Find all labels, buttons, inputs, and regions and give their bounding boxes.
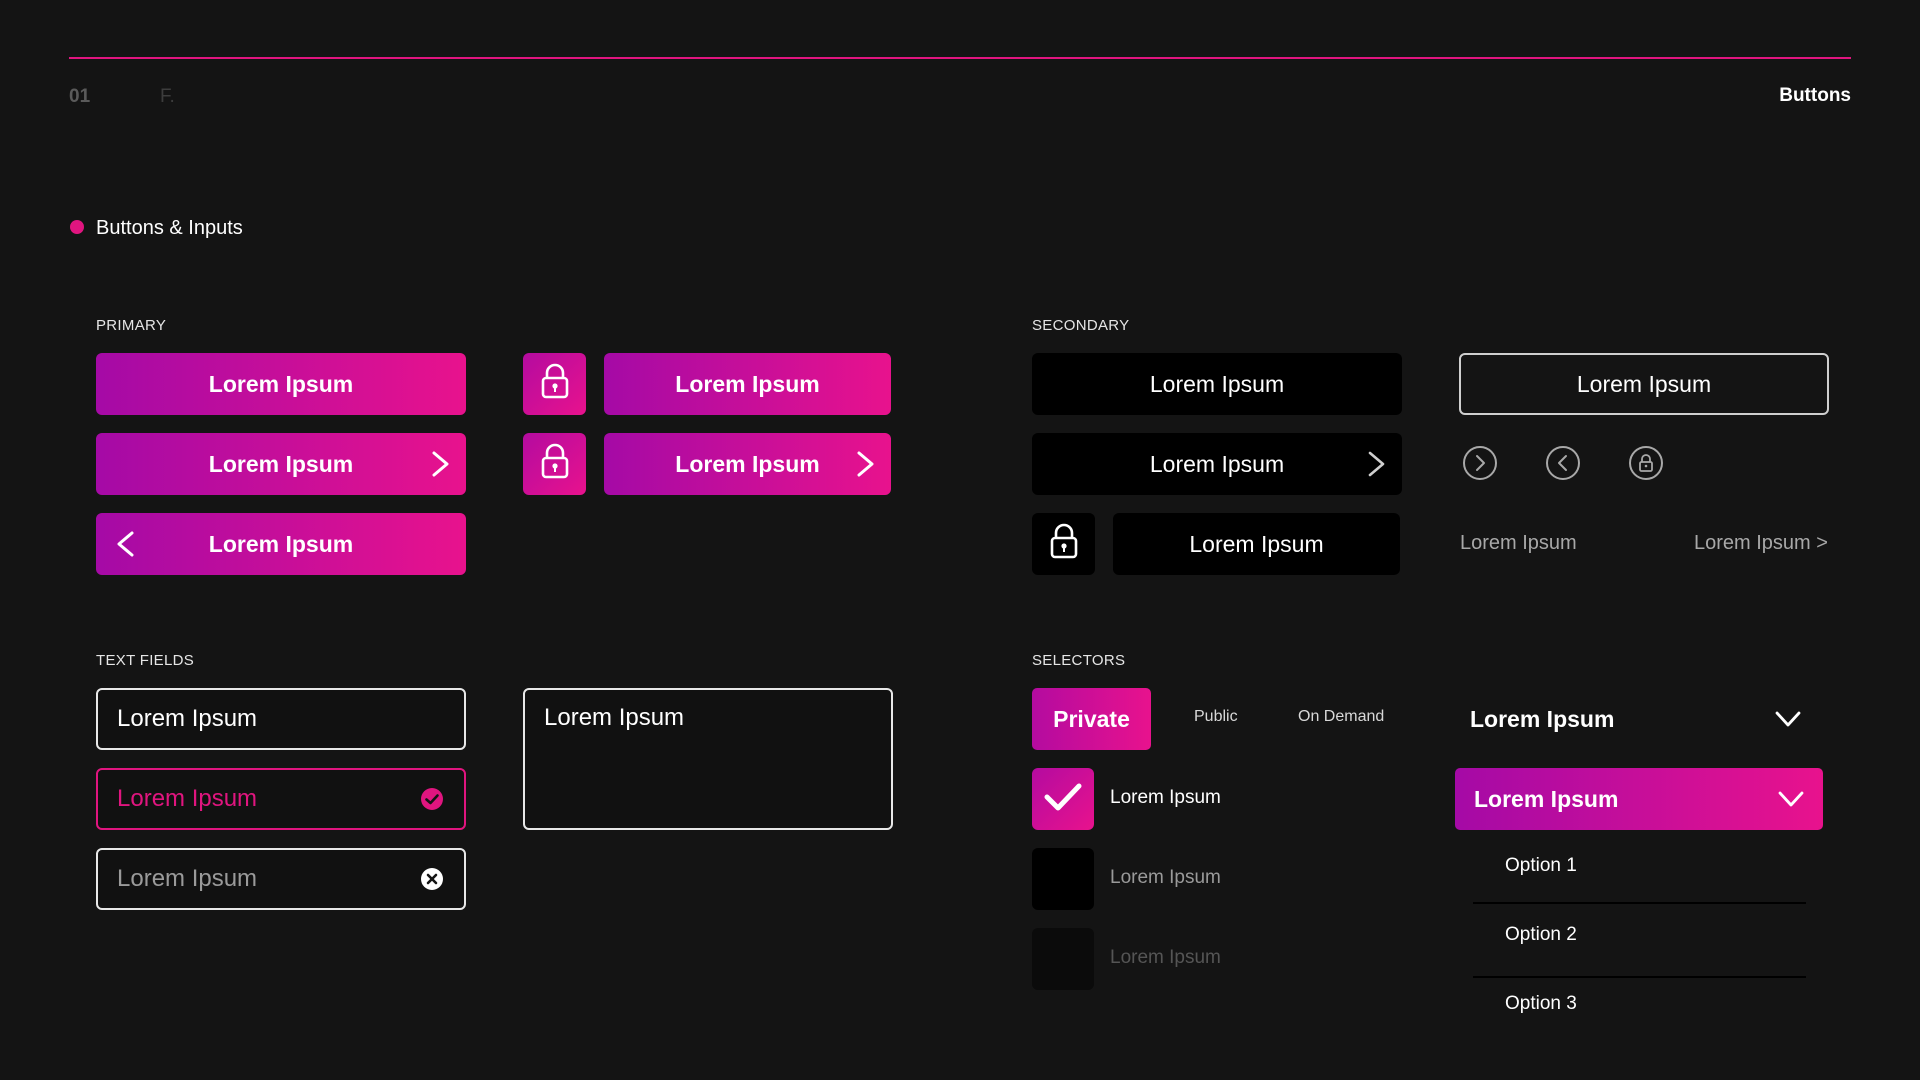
section-bullet	[70, 220, 84, 234]
check-icon	[1043, 781, 1083, 818]
checkbox-disabled-label: Lorem Ipsum	[1110, 947, 1221, 968]
text-link-next[interactable]: Lorem Ipsum >	[1694, 532, 1828, 555]
lock-icon	[540, 362, 570, 406]
primary-back-button-label: Lorem Ipsum	[208, 530, 354, 557]
primary-lock-next-button[interactable]: Lorem Ipsum	[604, 433, 891, 495]
text-field-valid-value: Lorem Ipsum	[117, 785, 258, 812]
primary-back-button[interactable]: Lorem Ipsum	[96, 513, 466, 575]
dropdown-option-2[interactable]: Option 2	[1505, 924, 1577, 946]
secondary-next-button-label: Lorem Ipsum	[1149, 450, 1285, 477]
text-field-default-value: Lorem Ipsum	[117, 705, 258, 732]
outline-button[interactable]: Lorem Ipsum	[1459, 353, 1829, 415]
section-title: Buttons & Inputs	[96, 217, 243, 239]
text-field-default[interactable]: Lorem Ipsum	[96, 688, 466, 750]
secondary-button[interactable]: Lorem Ipsum	[1032, 353, 1402, 415]
outline-button-label: Lorem Ipsum	[1576, 370, 1712, 397]
checkbox-unchecked[interactable]	[1032, 848, 1094, 910]
textarea-field[interactable]: Lorem Ipsum	[523, 688, 893, 830]
primary-label: PRIMARY	[96, 317, 167, 334]
primary-next-button[interactable]: Lorem Ipsum	[96, 433, 466, 495]
segment-private-label: Private	[1053, 705, 1130, 732]
text-field-clearable-value: Lorem Ipsum	[117, 865, 258, 892]
clear-circle-icon[interactable]	[420, 867, 444, 891]
text-link[interactable]: Lorem Ipsum	[1460, 532, 1577, 555]
segment-public[interactable]: Public	[1194, 708, 1238, 726]
dropdown-open[interactable]: Lorem Ipsum	[1455, 768, 1823, 830]
circle-back-icon[interactable]	[1545, 445, 1581, 481]
option-divider	[1473, 902, 1806, 904]
primary-next-button-label: Lorem Ipsum	[208, 450, 354, 477]
checkbox-checked[interactable]	[1032, 768, 1094, 830]
text-fields-label: TEXT FIELDS	[96, 652, 195, 669]
page-title: Buttons	[1779, 85, 1851, 106]
chevron-down-icon	[1774, 709, 1802, 729]
dropdown-option-3[interactable]: Option 3	[1505, 993, 1577, 1015]
chevron-right-icon	[430, 450, 452, 478]
page-number: 01	[69, 86, 91, 107]
primary-button-label: Lorem Ipsum	[208, 370, 354, 397]
segment-private[interactable]: Private	[1032, 688, 1151, 750]
dropdown-closed[interactable]: Lorem Ipsum	[1470, 688, 1810, 750]
circle-next-icon[interactable]	[1462, 445, 1498, 481]
secondary-label: SECONDARY	[1032, 317, 1130, 334]
page-letter: F.	[160, 86, 175, 107]
checkbox-checked-label: Lorem Ipsum	[1110, 787, 1221, 808]
chevron-right-icon	[1366, 450, 1388, 478]
dropdown-closed-value: Lorem Ipsum	[1470, 705, 1615, 732]
header-divider	[69, 57, 1851, 59]
lock-icon	[540, 442, 570, 486]
primary-button[interactable]: Lorem Ipsum	[96, 353, 466, 415]
textarea-value: Lorem Ipsum	[544, 704, 685, 731]
primary-lock-next-button-label: Lorem Ipsum	[675, 450, 820, 477]
primary-lock-button-2[interactable]	[523, 433, 586, 495]
segment-on-demand[interactable]: On Demand	[1298, 708, 1384, 726]
circle-lock-icon[interactable]	[1628, 445, 1664, 481]
checkbox-unchecked-label: Lorem Ipsum	[1110, 867, 1221, 888]
secondary-button-label: Lorem Ipsum	[1149, 370, 1285, 397]
secondary-lock-label-button-label: Lorem Ipsum	[1189, 530, 1324, 557]
check-circle-icon	[420, 787, 444, 811]
checkbox-disabled	[1032, 928, 1094, 990]
lock-icon	[1049, 522, 1079, 566]
text-field-valid[interactable]: Lorem Ipsum	[96, 768, 466, 830]
chevron-down-icon	[1777, 789, 1805, 809]
secondary-lock-button[interactable]	[1032, 513, 1095, 575]
chevron-right-icon	[855, 450, 877, 478]
text-field-clearable[interactable]: Lorem Ipsum	[96, 848, 466, 910]
chevron-left-icon	[114, 530, 136, 558]
secondary-lock-label-button[interactable]: Lorem Ipsum	[1113, 513, 1400, 575]
dropdown-open-value: Lorem Ipsum	[1474, 785, 1619, 812]
option-divider	[1473, 976, 1806, 978]
dropdown-option-1[interactable]: Option 1	[1505, 855, 1577, 877]
primary-lock-label-button-label: Lorem Ipsum	[675, 370, 820, 397]
primary-lock-button[interactable]	[523, 353, 586, 415]
primary-lock-label-button[interactable]: Lorem Ipsum	[604, 353, 891, 415]
selectors-label: SELECTORS	[1032, 652, 1126, 669]
secondary-next-button[interactable]: Lorem Ipsum	[1032, 433, 1402, 495]
